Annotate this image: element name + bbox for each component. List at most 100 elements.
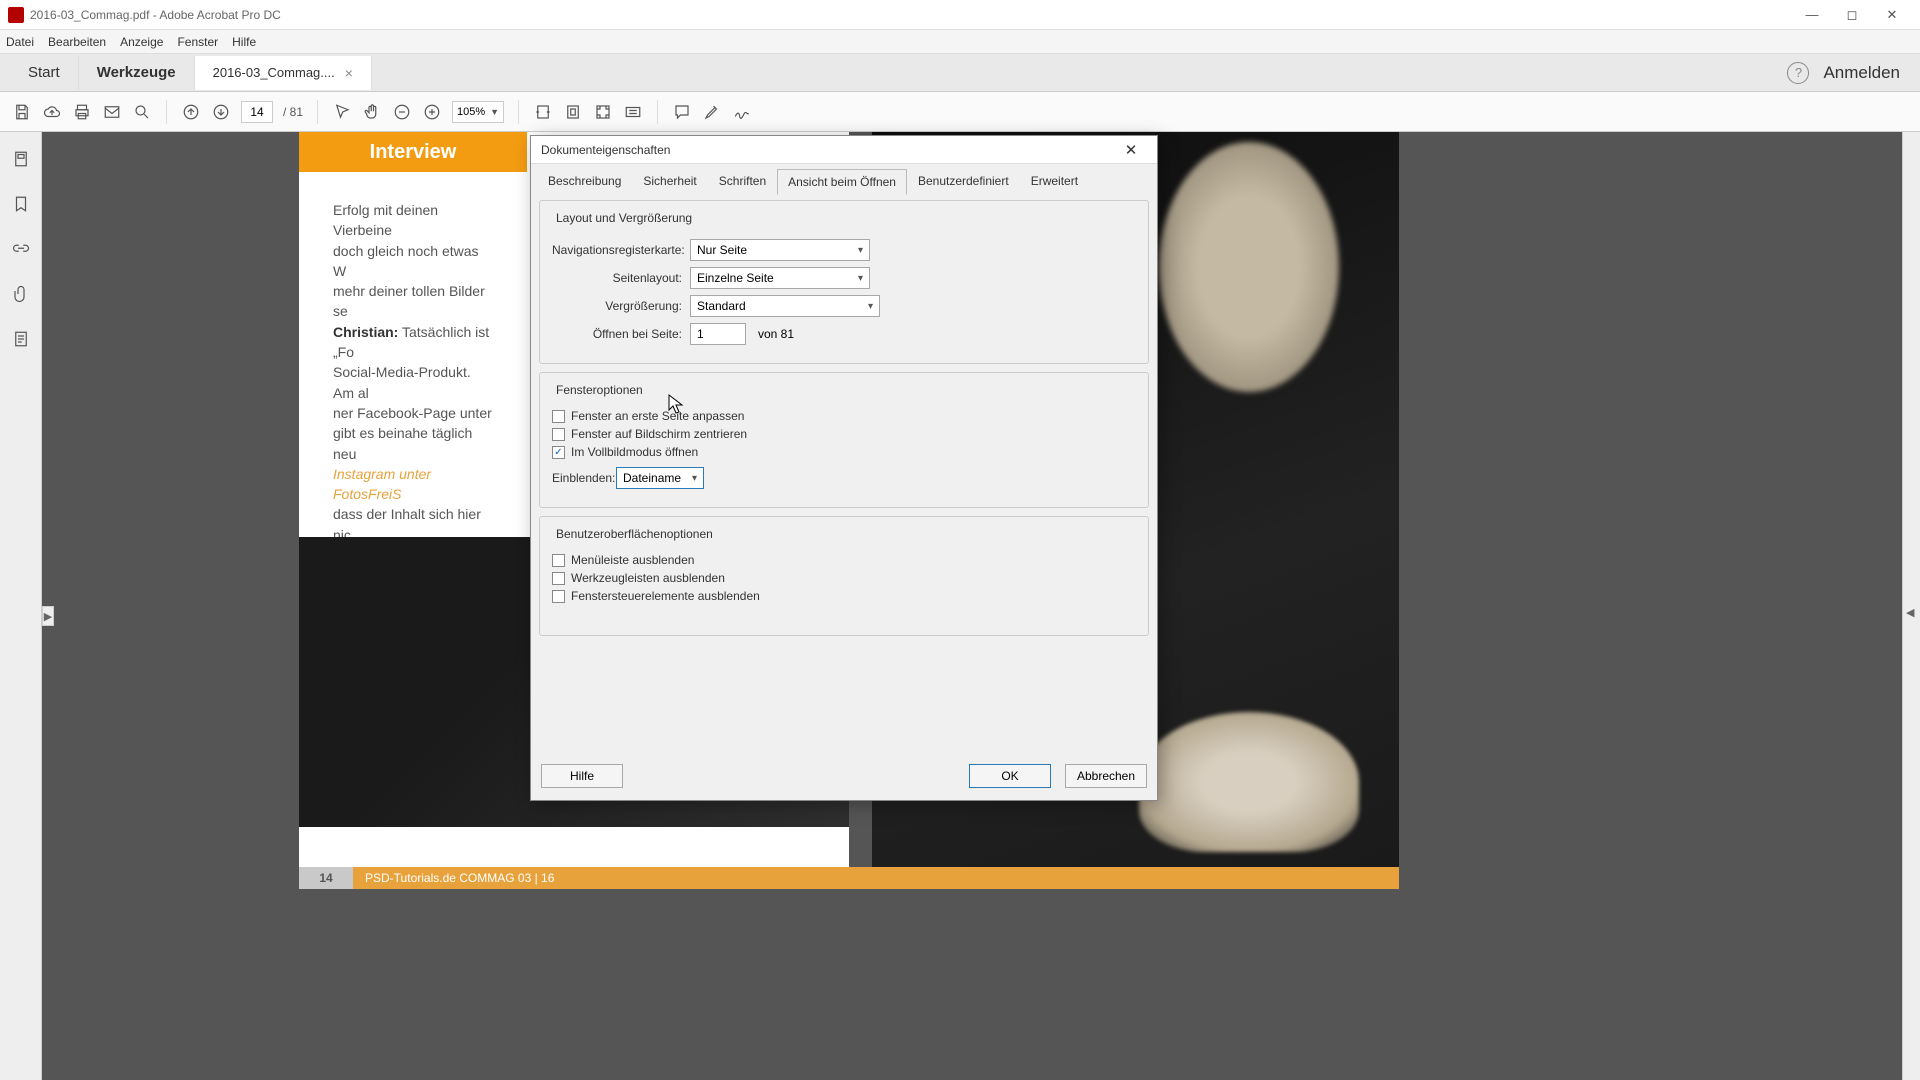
tabstrip: Start Werkzeuge 2016-03_Commag.... × ? A… bbox=[0, 54, 1920, 92]
tab-initial-view[interactable]: Ansicht beim Öffnen bbox=[777, 169, 907, 195]
print-icon[interactable] bbox=[72, 102, 92, 122]
checkbox-center-window-label: Fenster auf Bildschirm zentrieren bbox=[571, 427, 747, 441]
menu-edit[interactable]: Bearbeiten bbox=[48, 35, 106, 49]
group-ui-legend: Benutzeroberflächenoptionen bbox=[552, 527, 717, 541]
checkbox-fullscreen-open[interactable]: ✓ bbox=[552, 446, 565, 459]
watermark-logo-icon bbox=[342, 826, 392, 876]
highlight-icon[interactable] bbox=[702, 102, 722, 122]
show-select[interactable]: Dateiname▾ bbox=[616, 467, 704, 489]
group-layout-legend: Layout und Vergrößerung bbox=[552, 211, 696, 225]
group-window-options: Fensteroptionen Fenster an erste Seite a… bbox=[539, 372, 1149, 508]
page-layout-select[interactable]: Einzelne Seite▾ bbox=[690, 267, 870, 289]
expand-right-arrow-icon[interactable]: ◀ bbox=[1906, 606, 1914, 619]
read-mode-icon[interactable] bbox=[623, 102, 643, 122]
dialog-close-button[interactable]: ✕ bbox=[1115, 141, 1147, 159]
toolbar: / 81 105%▼ bbox=[0, 92, 1920, 132]
checkbox-hide-window-controls-label: Fenstersteuerelemente ausblenden bbox=[571, 589, 760, 603]
page-layout-label: Seitenlayout: bbox=[552, 271, 682, 285]
open-page-input[interactable] bbox=[690, 323, 746, 345]
dialog-title-text: Dokumenteigenschaften bbox=[541, 143, 670, 157]
checkbox-resize-window-label: Fenster an erste Seite anpassen bbox=[571, 409, 744, 423]
link-icon[interactable] bbox=[12, 240, 30, 263]
login-link[interactable]: Anmelden bbox=[1823, 63, 1910, 83]
left-sidebar bbox=[0, 132, 42, 1080]
document-body-text: Erfolg mit deinen Vierbeine doch gleich … bbox=[333, 200, 493, 586]
tab-fonts[interactable]: Schriften bbox=[708, 168, 777, 194]
cloud-icon[interactable] bbox=[42, 102, 62, 122]
tab-document[interactable]: 2016-03_Commag.... × bbox=[195, 56, 372, 90]
page-number-input[interactable] bbox=[241, 101, 273, 123]
prev-page-icon[interactable] bbox=[181, 102, 201, 122]
zoom-out-icon[interactable] bbox=[392, 102, 412, 122]
zoom-value: 105% bbox=[457, 106, 485, 118]
menu-window[interactable]: Fenster bbox=[177, 35, 218, 49]
signature-icon[interactable] bbox=[732, 102, 752, 122]
window-title: 2016-03_Commag.pdf - Adobe Acrobat Pro D… bbox=[30, 8, 281, 22]
dialog-footer: Hilfe OK Abbrechen bbox=[531, 756, 1157, 800]
dialog-tabs: Beschreibung Sicherheit Schriften Ansich… bbox=[531, 164, 1157, 194]
window-maximize-button[interactable]: ◻ bbox=[1832, 1, 1872, 29]
checkbox-hide-toolbars-label: Werkzeugleisten ausblenden bbox=[571, 571, 725, 585]
help-button[interactable]: Hilfe bbox=[541, 764, 623, 788]
window-titlebar: 2016-03_Commag.pdf - Adobe Acrobat Pro D… bbox=[0, 0, 1920, 30]
zoom-select[interactable]: 105%▼ bbox=[452, 101, 504, 123]
page-footer: 14 PSD-Tutorials.de COMMAG 03 | 16 bbox=[299, 867, 1399, 889]
app-icon bbox=[8, 7, 24, 23]
group-window-legend: Fensteroptionen bbox=[552, 383, 647, 397]
open-page-total: von 81 bbox=[758, 327, 794, 341]
tab-close-button[interactable]: × bbox=[345, 65, 353, 81]
fit-width-icon[interactable] bbox=[533, 102, 553, 122]
cursor-tool-icon[interactable] bbox=[332, 102, 352, 122]
checkbox-center-window[interactable] bbox=[552, 428, 565, 441]
menubar: Datei Bearbeiten Anzeige Fenster Hilfe bbox=[0, 30, 1920, 54]
nav-tab-select[interactable]: Nur Seite▾ bbox=[690, 239, 870, 261]
fullscreen-icon[interactable] bbox=[593, 102, 613, 122]
checkbox-hide-window-controls[interactable] bbox=[552, 590, 565, 603]
ok-button[interactable]: OK bbox=[969, 764, 1051, 788]
fit-page-icon[interactable] bbox=[563, 102, 583, 122]
thumbnails-icon[interactable] bbox=[12, 150, 30, 173]
magnification-label: Vergrößerung: bbox=[552, 299, 682, 313]
window-minimize-button[interactable]: — bbox=[1792, 1, 1832, 29]
search-icon[interactable] bbox=[132, 102, 152, 122]
menu-view[interactable]: Anzeige bbox=[120, 35, 163, 49]
checkbox-hide-toolbars[interactable] bbox=[552, 572, 565, 585]
page-total-label: / 81 bbox=[283, 105, 303, 119]
dialog-body: Layout und Vergrößerung Navigationsregis… bbox=[531, 194, 1157, 756]
tab-document-label: 2016-03_Commag.... bbox=[213, 65, 335, 80]
checkbox-hide-menubar[interactable] bbox=[552, 554, 565, 567]
comment-icon[interactable] bbox=[672, 102, 692, 122]
right-sidebar-collapsed[interactable]: ◀ bbox=[1902, 132, 1920, 1080]
checkbox-fullscreen-open-label: Im Vollbildmodus öffnen bbox=[571, 445, 698, 459]
attachment-icon[interactable] bbox=[12, 285, 30, 308]
help-icon[interactable]: ? bbox=[1787, 62, 1809, 84]
group-ui-options: Benutzeroberflächenoptionen Menüleiste a… bbox=[539, 516, 1149, 636]
tab-security[interactable]: Sicherheit bbox=[632, 168, 707, 194]
show-label: Einblenden: bbox=[552, 471, 608, 485]
mail-icon[interactable] bbox=[102, 102, 122, 122]
tab-description[interactable]: Beschreibung bbox=[537, 168, 632, 194]
expand-left-arrow-icon[interactable]: ▶ bbox=[42, 606, 54, 626]
window-close-button[interactable]: ✕ bbox=[1872, 1, 1912, 29]
tab-custom[interactable]: Benutzerdefiniert bbox=[907, 168, 1020, 194]
dialog-titlebar: Dokumenteigenschaften ✕ bbox=[531, 136, 1157, 164]
layers-icon[interactable] bbox=[12, 330, 30, 353]
nav-tab-label: Navigationsregisterkarte: bbox=[552, 243, 682, 257]
cancel-button[interactable]: Abbrechen bbox=[1065, 764, 1147, 788]
menu-help[interactable]: Hilfe bbox=[232, 35, 256, 49]
document-properties-dialog: Dokumenteigenschaften ✕ Beschreibung Sic… bbox=[530, 135, 1158, 801]
tab-start[interactable]: Start bbox=[10, 55, 79, 90]
magnification-select[interactable]: Standard▾ bbox=[690, 295, 880, 317]
interview-heading: Interview bbox=[299, 132, 527, 172]
checkbox-resize-window[interactable] bbox=[552, 410, 565, 423]
bookmark-icon[interactable] bbox=[12, 195, 30, 218]
menu-file[interactable]: Datei bbox=[6, 35, 34, 49]
zoom-in-icon[interactable] bbox=[422, 102, 442, 122]
tab-advanced[interactable]: Erweitert bbox=[1020, 168, 1089, 194]
hand-tool-icon[interactable] bbox=[362, 102, 382, 122]
page-footer-text: PSD-Tutorials.de COMMAG 03 | 16 bbox=[365, 871, 554, 885]
checkbox-hide-menubar-label: Menüleiste ausblenden bbox=[571, 553, 694, 567]
next-page-icon[interactable] bbox=[211, 102, 231, 122]
tab-tools[interactable]: Werkzeuge bbox=[79, 55, 195, 90]
save-icon[interactable] bbox=[12, 102, 32, 122]
